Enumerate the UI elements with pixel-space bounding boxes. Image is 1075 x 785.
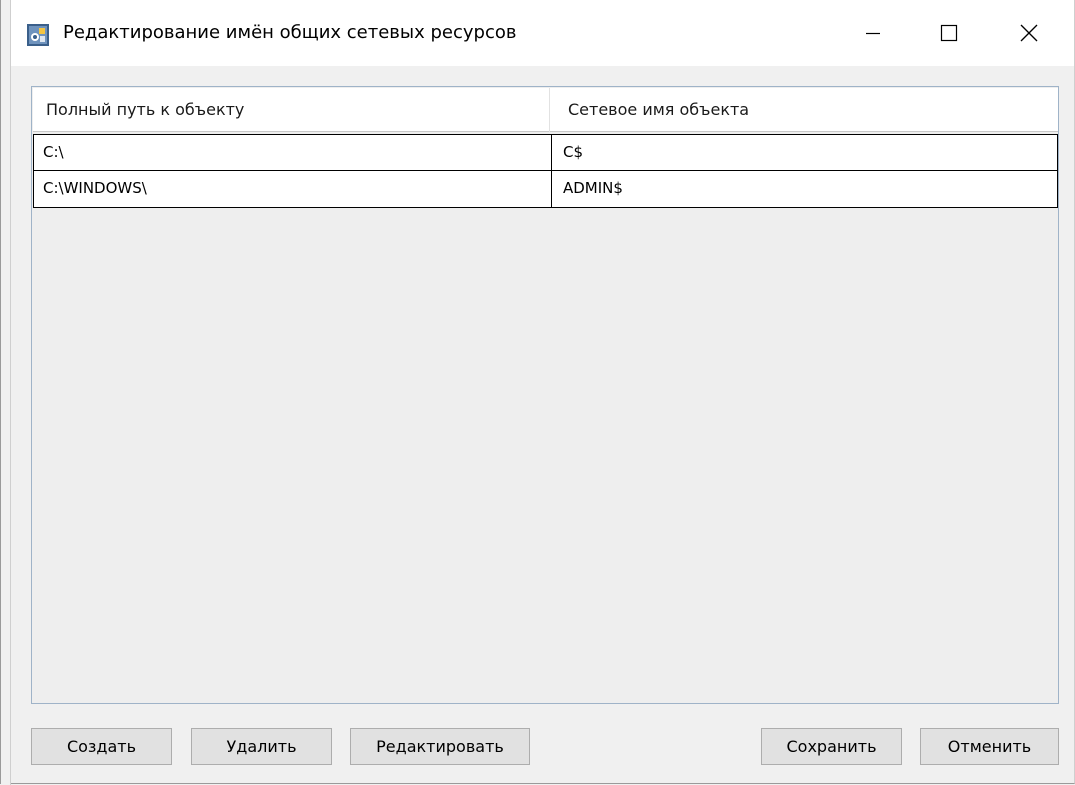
- column-header-share-name[interactable]: Сетевое имя объекта: [550, 88, 1058, 132]
- minimize-button[interactable]: [840, 0, 906, 66]
- cell-path[interactable]: C:\WINDOWS\: [33, 171, 552, 208]
- create-button[interactable]: Создать: [31, 728, 172, 765]
- cancel-button[interactable]: Отменить: [920, 728, 1059, 765]
- edit-button[interactable]: Редактировать: [350, 728, 530, 765]
- maximize-button[interactable]: [916, 0, 982, 66]
- minimize-icon: [866, 32, 880, 35]
- cell-path[interactable]: C:\: [33, 134, 552, 171]
- network-share-app-icon: [27, 24, 49, 46]
- window-left-edge: [1, 0, 11, 785]
- window-title: Редактирование имён общих сетевых ресурс…: [63, 22, 517, 43]
- maximize-icon: [940, 24, 958, 42]
- title-bar[interactable]: Редактирование имён общих сетевых ресурс…: [11, 0, 1074, 66]
- close-icon: [1020, 24, 1038, 42]
- save-button[interactable]: Сохранить: [761, 728, 902, 765]
- dialog-window: Редактирование имён общих сетевых ресурс…: [0, 0, 1075, 785]
- grid-header: Полный путь к объекту Сетевое имя объект…: [33, 88, 1058, 132]
- table-row[interactable]: C:\ C$: [33, 134, 1058, 171]
- close-button[interactable]: [996, 0, 1062, 66]
- shares-grid[interactable]: Полный путь к объекту Сетевое имя объект…: [31, 86, 1059, 704]
- table-row[interactable]: C:\WINDOWS\ ADMIN$: [33, 171, 1058, 208]
- cell-share-name[interactable]: C$: [551, 134, 1058, 171]
- cell-share-name[interactable]: ADMIN$: [551, 171, 1058, 208]
- delete-button[interactable]: Удалить: [191, 728, 332, 765]
- column-header-path[interactable]: Полный путь к объекту: [33, 88, 550, 132]
